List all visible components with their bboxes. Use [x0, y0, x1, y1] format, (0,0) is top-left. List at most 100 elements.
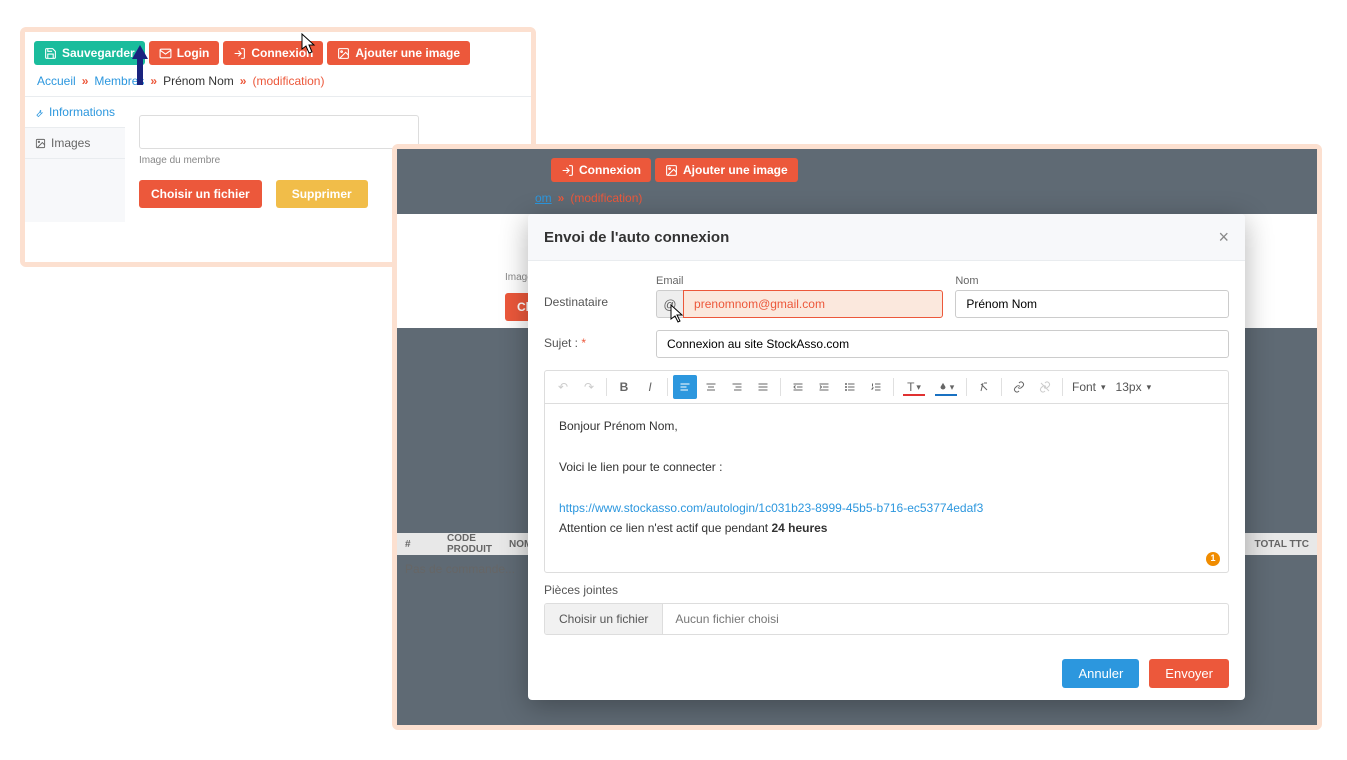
- image-icon: [337, 47, 350, 60]
- rte-intro: Voici le lien pour te connecter :: [559, 457, 1214, 477]
- indent-icon[interactable]: [812, 375, 836, 399]
- attachments-label: Pièces jointes: [544, 583, 1229, 597]
- outdent-icon[interactable]: [786, 375, 810, 399]
- breadcrumb: Accueil » Membres » Prénom Nom » (modifi…: [25, 70, 531, 96]
- rte-warning-bold: 24 heures: [771, 521, 827, 535]
- rte-sep: [1001, 378, 1002, 396]
- image-icon: [665, 164, 678, 177]
- nom-sublabel: Nom: [955, 275, 1229, 287]
- text-color-icon[interactable]: T▾: [899, 375, 929, 399]
- rte-badge[interactable]: 1: [1206, 552, 1220, 566]
- rte-content[interactable]: Bonjour Prénom Nom, Voici le lien pour t…: [544, 403, 1229, 573]
- mail-icon: [159, 47, 172, 60]
- breadcrumb-sep: »: [82, 74, 89, 88]
- align-center-icon[interactable]: [699, 375, 723, 399]
- attach-none-text: Aucun fichier choisi: [663, 604, 1228, 634]
- add-image-button-bg[interactable]: Ajouter une image: [655, 158, 798, 182]
- rte-warning: Attention ce lien n'est actif que pendan…: [559, 518, 1214, 538]
- sujet-row: Sujet : *: [544, 330, 1229, 358]
- tab-images[interactable]: Images: [25, 128, 125, 159]
- list-ul-icon[interactable]: [838, 375, 862, 399]
- rte-sep: [893, 378, 894, 396]
- delete-button[interactable]: Supprimer: [276, 180, 368, 208]
- table-empty: Pas de commande...: [405, 562, 515, 576]
- auto-connexion-modal: Envoi de l'auto connexion × Destinataire…: [528, 214, 1245, 700]
- save-icon: [44, 47, 57, 60]
- panel2-breadcrumb: om » (modification): [535, 191, 642, 205]
- attach-choose-button[interactable]: Choisir un fichier: [545, 604, 663, 634]
- connexion-button-bg[interactable]: Connexion: [551, 158, 651, 182]
- redo-icon[interactable]: ↷: [577, 375, 601, 399]
- clear-format-icon[interactable]: [972, 375, 996, 399]
- tab-informations[interactable]: Informations: [25, 97, 125, 128]
- rte-sep: [606, 378, 607, 396]
- rte-autologin-link[interactable]: https://www.stockasso.com/autologin/1c03…: [559, 501, 983, 515]
- save-label: Sauvegarder: [62, 46, 135, 60]
- panel1-toolbar: Sauvegarder Login Connexion Ajouter une …: [25, 32, 531, 70]
- rich-text-editor: ↶ ↷ B I: [544, 370, 1229, 573]
- image-icon: [35, 138, 46, 149]
- login-label: Login: [177, 46, 210, 60]
- rte-sep: [1062, 378, 1063, 396]
- breadcrumb-sep: »: [150, 74, 157, 88]
- sujet-input[interactable]: [656, 330, 1229, 358]
- tab-informations-label: Informations: [49, 105, 115, 119]
- align-right-icon[interactable]: [725, 375, 749, 399]
- login-icon: [233, 47, 246, 60]
- unlink-icon[interactable]: [1033, 375, 1057, 399]
- breadcrumb-modification-bg: (modification): [570, 191, 642, 205]
- add-image-label-bg: Ajouter une image: [683, 163, 788, 177]
- col-total: TOTAL TTC: [1239, 539, 1309, 550]
- login-icon: [561, 164, 574, 177]
- at-icon: @: [656, 290, 683, 318]
- rte-toolbar: ↶ ↷ B I: [544, 370, 1229, 403]
- font-label: Font: [1072, 380, 1096, 394]
- email-input-group: @: [656, 290, 943, 318]
- required-star: *: [578, 336, 586, 350]
- list-ol-icon[interactable]: [864, 375, 888, 399]
- link-icon[interactable]: [1007, 375, 1031, 399]
- rte-sep: [780, 378, 781, 396]
- bg-color-icon[interactable]: ▾: [931, 375, 961, 399]
- choose-file-label: Choisir un fichier: [151, 187, 250, 201]
- email-sublabel: Email: [656, 275, 943, 287]
- bold-icon[interactable]: B: [612, 375, 636, 399]
- size-label: 13px: [1116, 380, 1142, 394]
- sujet-label: Sujet : *: [544, 330, 644, 350]
- align-justify-icon[interactable]: [751, 375, 775, 399]
- align-left-icon[interactable]: [673, 375, 697, 399]
- cancel-button[interactable]: Annuler: [1062, 659, 1139, 688]
- connexion-label-bg: Connexion: [579, 163, 641, 177]
- choose-file-button[interactable]: Choisir un fichier: [139, 180, 262, 208]
- panel1-tabs: Informations Images: [25, 97, 125, 222]
- italic-icon[interactable]: I: [638, 375, 662, 399]
- font-size-select[interactable]: 13px▾: [1112, 378, 1156, 396]
- tab-images-label: Images: [51, 136, 90, 150]
- modal-close-button[interactable]: ×: [1218, 228, 1229, 246]
- tools-icon: [35, 107, 44, 118]
- destinataire-label: Destinataire: [544, 275, 644, 309]
- breadcrumb-sep-bg: »: [558, 191, 565, 205]
- col-num: #: [405, 539, 447, 550]
- rte-warning-prefix: Attention ce lien n'est actif que pendan…: [559, 521, 771, 535]
- breadcrumb-name: Prénom Nom: [163, 74, 234, 88]
- modal-title: Envoi de l'auto connexion: [544, 229, 729, 246]
- save-button[interactable]: Sauvegarder: [34, 41, 145, 65]
- breadcrumb-home[interactable]: Accueil: [37, 74, 76, 88]
- undo-icon[interactable]: ↶: [551, 375, 575, 399]
- modal-footer: Annuler Envoyer: [528, 647, 1245, 700]
- add-image-button[interactable]: Ajouter une image: [327, 41, 470, 65]
- add-image-label: Ajouter une image: [355, 46, 460, 60]
- login-button[interactable]: Login: [149, 41, 220, 65]
- breadcrumb-nom-bg[interactable]: om: [535, 191, 552, 205]
- col-code: CODE PRODUIT: [447, 533, 509, 555]
- email-input[interactable]: [683, 290, 943, 318]
- rte-sep: [667, 378, 668, 396]
- nom-input[interactable]: [955, 290, 1229, 318]
- member-image-input[interactable]: [139, 115, 419, 149]
- send-button[interactable]: Envoyer: [1149, 659, 1229, 688]
- connexion-button[interactable]: Connexion: [223, 41, 323, 65]
- attachments-row: Choisir un fichier Aucun fichier choisi: [544, 603, 1229, 635]
- font-family-select[interactable]: Font▾: [1068, 378, 1110, 396]
- rte-greeting: Bonjour Prénom Nom,: [559, 416, 1214, 436]
